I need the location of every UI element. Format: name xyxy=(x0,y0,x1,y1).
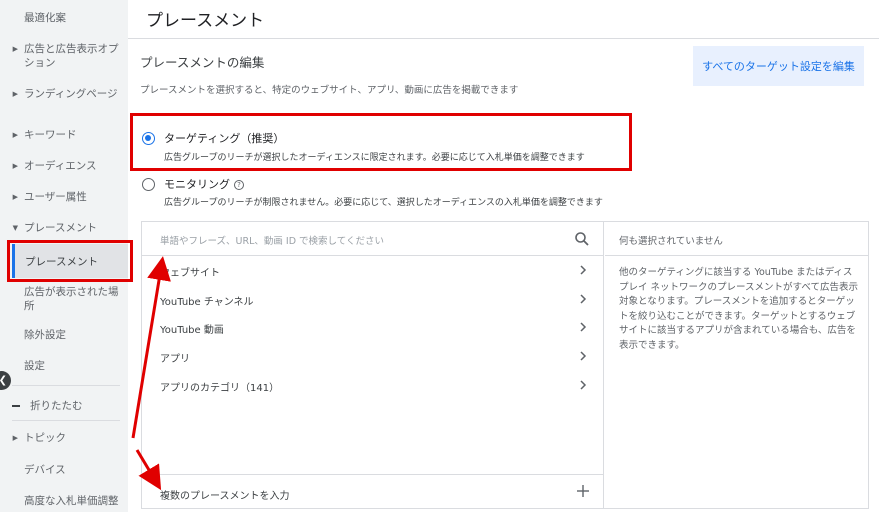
list-item-label: YouTube 動画 xyxy=(160,325,224,336)
main-content: プレースメント プレースメントの編集 プレースメントを選択すると、特定のウェブサ… xyxy=(128,0,879,512)
annotation-box-sidebar-placements xyxy=(7,240,133,282)
plus-icon[interactable] xyxy=(576,484,590,498)
sidebar-item-label: オーディエンス xyxy=(24,160,97,172)
sidebar-item-recommendations[interactable]: 最適化案 xyxy=(0,11,128,25)
selected-header: 何も選択されていません xyxy=(605,222,868,256)
help-icon[interactable]: ? xyxy=(234,180,244,190)
sidebar-item-label: ユーザー属性 xyxy=(24,191,87,203)
annotation-box-targeting xyxy=(130,113,632,171)
sidebar-item-label: プレースメント xyxy=(24,222,97,234)
search-icon[interactable] xyxy=(574,231,590,247)
sidebar-item-devices[interactable]: デバイス xyxy=(24,463,128,477)
page-title: プレースメント xyxy=(146,11,265,31)
sidebar-item-landing-pages[interactable]: ▶ ランディングページ xyxy=(0,87,128,101)
triangle-right-icon: ▶ xyxy=(12,193,18,201)
chevron-right-icon xyxy=(580,351,587,361)
sidebar-item-keywords[interactable]: ▶ キーワード xyxy=(0,128,128,142)
chevron-right-icon xyxy=(580,294,587,304)
sidebar-item-label: キーワード xyxy=(24,129,77,141)
list-item-label: YouTube チャンネル xyxy=(160,297,254,308)
sidebar-item-label: 広告と広告表示オプション xyxy=(24,43,119,69)
divider xyxy=(12,385,120,386)
monitoring-option-description: 広告グループのリーチが制限されません。必要に応じて、選択したオーディエンスの入札… xyxy=(164,198,603,208)
triangle-right-icon: ▶ xyxy=(12,45,18,53)
sidebar-item-topics[interactable]: ▶ トピック xyxy=(0,431,128,445)
sidebar-item-label: ランディングページ xyxy=(24,88,118,100)
divider xyxy=(128,38,879,39)
sidebar-child-where-ads-showed[interactable]: 広告が表示された場所 xyxy=(24,285,128,313)
selected-help-text: 他のターゲティングに該当する YouTube またはディスプレイ ネットワークの… xyxy=(619,267,859,351)
monitoring-radio[interactable] xyxy=(142,178,155,191)
triangle-right-icon: ▶ xyxy=(12,434,18,442)
list-item-label: ウェブサイト xyxy=(160,268,220,279)
sidebar-item-ads-extensions[interactable]: ▶ 広告と広告表示オプション xyxy=(0,42,128,70)
sidebar-item-label: 最適化案 xyxy=(24,12,66,24)
list-item-label: アプリ xyxy=(160,354,190,365)
section-title: プレースメントの編集 xyxy=(140,55,265,70)
triangle-right-icon: ▶ xyxy=(12,162,18,170)
sidebar-child-settings[interactable]: 設定 xyxy=(24,359,128,373)
search-bar[interactable]: 単語やフレーズ、URL、動画 ID で検索してください xyxy=(142,222,603,256)
collapse-dash-icon xyxy=(12,405,20,407)
list-item-youtube-channels[interactable]: YouTube チャンネル xyxy=(142,286,603,314)
selected-placements-pane: 何も選択されていません 他のターゲティングに該当する YouTube またはディ… xyxy=(605,222,868,508)
triangle-right-icon: ▶ xyxy=(12,90,18,98)
placement-picker: 単語やフレーズ、URL、動画 ID で検索してください ウェブサイト YouTu… xyxy=(141,221,869,509)
list-item-label: アプリのカテゴリ（141） xyxy=(160,383,280,394)
chevron-right-icon xyxy=(580,322,587,332)
list-item-youtube-videos[interactable]: YouTube 動画 xyxy=(142,314,603,342)
chevron-right-icon xyxy=(580,265,587,275)
sidebar-collapse[interactable]: 折りたたむ xyxy=(30,399,128,413)
divider xyxy=(12,420,120,421)
triangle-right-icon: ▶ xyxy=(12,131,18,139)
list-item-websites[interactable]: ウェブサイト xyxy=(142,257,603,285)
search-input[interactable]: 単語やフレーズ、URL、動画 ID で検索してください xyxy=(160,233,384,247)
sidebar-item-advanced-bid-adjustments[interactable]: 高度な入札単価調整 xyxy=(24,494,128,508)
monitoring-option[interactable]: モニタリング? xyxy=(164,176,244,192)
triangle-down-icon: ▼ xyxy=(12,224,18,232)
sidebar-item-demographics[interactable]: ▶ ユーザー属性 xyxy=(0,190,128,204)
sidebar-item-placements[interactable]: ▼ プレースメント xyxy=(0,221,128,235)
sidebar-item-audiences[interactable]: ▶ オーディエンス xyxy=(0,159,128,173)
edit-all-targeting-button[interactable]: すべてのターゲット設定を編集 xyxy=(693,46,864,86)
bulk-add-placements-row[interactable]: 複数のプレースメントを入力 xyxy=(142,474,603,508)
list-item-app-categories[interactable]: アプリのカテゴリ（141） xyxy=(142,372,603,400)
placement-browse-pane: 単語やフレーズ、URL、動画 ID で検索してください ウェブサイト YouTu… xyxy=(142,222,604,508)
chevron-right-icon xyxy=(580,380,587,390)
section-description: プレースメントを選択すると、特定のウェブサイト、アプリ、動画に広告を掲載できます xyxy=(140,85,519,96)
selected-header-label: 何も選択されていません xyxy=(619,236,723,247)
bulk-add-label: 複数のプレースメントを入力 xyxy=(160,491,290,502)
sidebar-child-exclusions[interactable]: 除外設定 xyxy=(24,328,128,342)
monitoring-option-label: モニタリング xyxy=(164,178,230,191)
sidebar-item-label: トピック xyxy=(24,432,66,444)
list-item-apps[interactable]: アプリ xyxy=(142,343,603,371)
